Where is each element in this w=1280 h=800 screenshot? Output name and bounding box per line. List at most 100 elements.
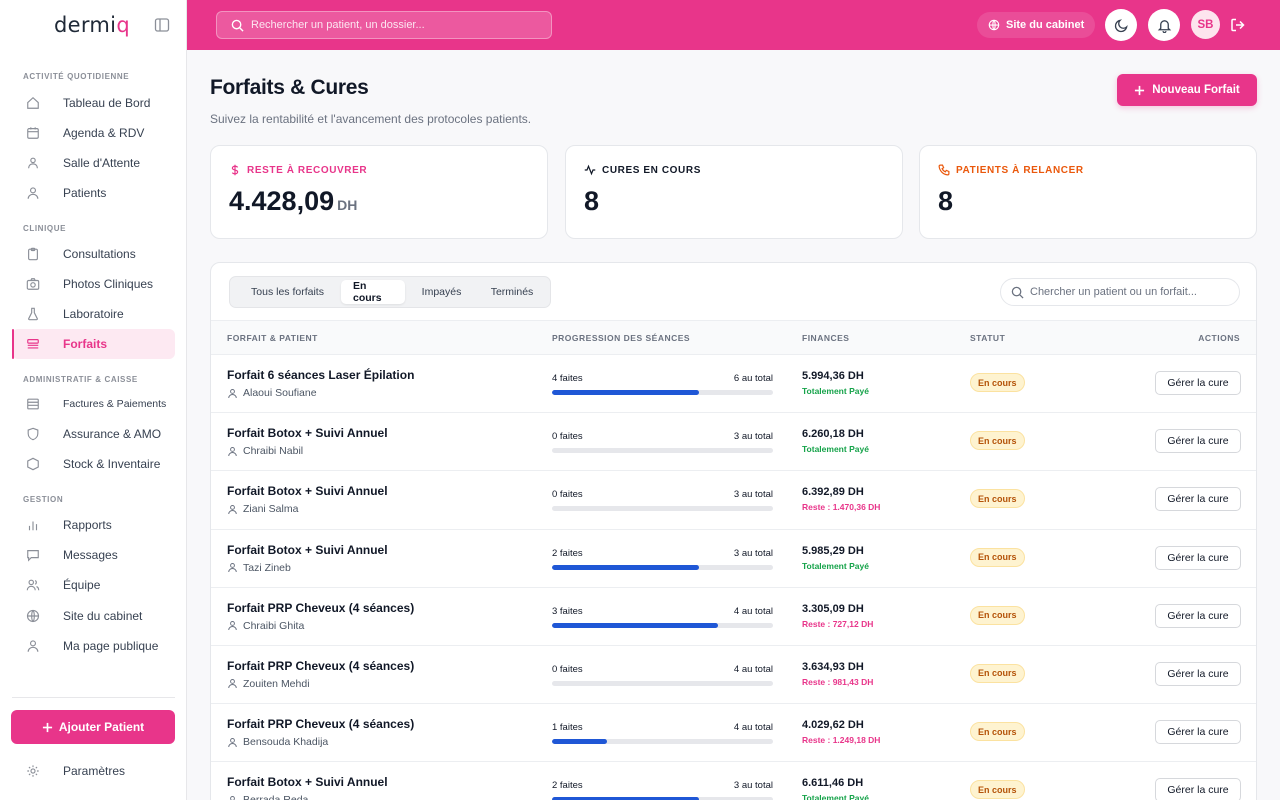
add-patient-button[interactable]: Ajouter Patient <box>11 710 175 744</box>
finance-amount: 3.305,09 DH <box>802 602 864 615</box>
site-button-label: Site du cabinet <box>1006 19 1085 31</box>
sidebar-item-messages[interactable]: Messages <box>12 540 175 570</box>
sidebar-item-patients[interactable]: Patients <box>12 178 175 208</box>
topbar: Site du cabinet SB <box>187 0 1280 50</box>
finance-amount: 4.029,62 DH <box>802 719 864 732</box>
notifications-button[interactable] <box>1148 9 1180 41</box>
sidebar-item-team[interactable]: Équipe <box>12 570 175 600</box>
finance-status: Totalement Payé <box>802 793 869 800</box>
sessions-done: 3 faites <box>552 605 583 617</box>
sidebar-item-laboratory[interactable]: Laboratoire <box>12 299 175 329</box>
progress-bar <box>552 506 773 512</box>
manage-cure-button[interactable]: Gérer la cure <box>1155 603 1241 628</box>
sidebar-item-label: Stock & Inventaire <box>63 457 161 471</box>
invoice-icon <box>27 398 39 410</box>
global-search-input[interactable] <box>251 19 531 31</box>
forfait-name[interactable]: Forfait PRP Cheveux (4 séances) <box>227 601 414 615</box>
sidebar-item-public-page[interactable]: Ma page publique <box>12 631 175 661</box>
manage-cure-button[interactable]: Gérer la cure <box>1155 487 1241 512</box>
tab-unpaid[interactable]: Impayés <box>405 280 478 304</box>
global-search[interactable] <box>216 11 552 39</box>
sidebar-item-consultations[interactable]: Consultations <box>12 239 175 269</box>
sidebar-item-stock[interactable]: Stock & Inventaire <box>12 449 175 479</box>
finance-status: Reste : 727,12 DH <box>802 618 874 629</box>
table-row[interactable]: Forfait PRP Cheveux (4 séances) Chraibi … <box>211 588 1256 646</box>
forfait-name[interactable]: Forfait PRP Cheveux (4 séances) <box>227 717 414 731</box>
dark-mode-toggle[interactable] <box>1105 9 1137 41</box>
sidebar-item-reports[interactable]: Rapports <box>12 510 175 540</box>
flask-icon <box>28 307 38 321</box>
patient-name[interactable]: Berrada Reda <box>243 794 308 800</box>
table-search[interactable] <box>1000 278 1240 306</box>
patient-name[interactable]: Zouiten Mehdi <box>243 678 310 690</box>
table-row[interactable]: Forfait 6 séances Laser Épilation Alaoui… <box>211 355 1256 414</box>
forfait-name[interactable]: Forfait 6 séances Laser Épilation <box>227 368 414 382</box>
sidebar-item-forfaits[interactable]: Forfaits <box>12 329 175 359</box>
manage-cure-button[interactable]: Gérer la cure <box>1155 429 1241 454</box>
forfait-name[interactable]: Forfait Botox + Suivi Annuel <box>227 426 388 440</box>
table-search-input[interactable] <box>1030 286 1230 298</box>
shield-icon <box>27 427 39 441</box>
manage-cure-button[interactable]: Gérer la cure <box>1155 371 1241 395</box>
tab-in-progress[interactable]: En cours <box>341 280 405 304</box>
finance-status: Reste : 1.470,36 DH <box>802 502 881 513</box>
patient-cell: Alaoui Soufiane <box>227 387 317 399</box>
patient-name[interactable]: Tazi Zineb <box>243 562 291 574</box>
manage-cure-button[interactable]: Gérer la cure <box>1155 545 1241 570</box>
table-row[interactable]: Forfait Botox + Suivi Annuel Chraibi Nab… <box>211 413 1256 472</box>
sidebar-item-insurance[interactable]: Assurance & AMO <box>12 419 175 449</box>
manage-cure-button[interactable]: Gérer la cure <box>1155 778 1241 800</box>
new-forfait-button[interactable]: Nouveau Forfait <box>1117 74 1257 106</box>
avatar[interactable]: SB <box>1191 10 1220 39</box>
table-row[interactable]: Forfait Botox + Suivi Annuel Ziani Salma… <box>211 471 1256 530</box>
tab-finished[interactable]: Terminés <box>478 280 546 304</box>
table-row[interactable]: Forfait PRP Cheveux (4 séances) Zouiten … <box>211 646 1256 705</box>
sidebar-item-label: Messages <box>63 548 118 562</box>
sessions-done: 0 faites <box>552 431 583 443</box>
sidebar-item-invoices[interactable]: Factures & Paiements <box>12 389 175 419</box>
sidebar-item-agenda[interactable]: Agenda & RDV <box>12 118 175 148</box>
patient-cell: Bensouda Khadija <box>227 736 328 748</box>
forfait-name[interactable]: Forfait Botox + Suivi Annuel <box>227 543 388 557</box>
sidebar-item-dashboard[interactable]: Tableau de Bord <box>12 88 175 118</box>
brand-logo[interactable]: dermiq <box>54 13 130 37</box>
tab-all[interactable]: Tous les forfaits <box>234 280 341 304</box>
table-row[interactable]: Forfait Botox + Suivi Annuel Berrada Red… <box>211 762 1256 800</box>
patient-name[interactable]: Bensouda Khadija <box>243 736 328 748</box>
patient-name[interactable]: Chraibi Ghita <box>243 620 304 632</box>
sidebar-item-label: Ma page publique <box>63 639 159 653</box>
sidebar-item-site[interactable]: Site du cabinet <box>12 601 175 631</box>
user-icon <box>228 504 237 514</box>
stat-header: PATIENTS À RELANCER <box>938 164 1084 176</box>
sidebar-item-label: Photos Cliniques <box>63 277 154 291</box>
brand-text: dermi <box>54 13 117 37</box>
finance-amount: 6.611,46 DH <box>802 777 864 790</box>
patient-name[interactable]: Ziani Salma <box>243 503 298 515</box>
sidebar-item-settings[interactable]: Paramètres <box>12 756 175 786</box>
progress-bar-fill <box>552 622 718 628</box>
section-title-clinical: CLINIQUE <box>23 224 67 233</box>
patient-name[interactable]: Chraibi Nabil <box>243 445 303 457</box>
waiting-room-icon <box>28 157 38 169</box>
sidebar-toggle-icon[interactable] <box>154 17 170 33</box>
site-button[interactable]: Site du cabinet <box>977 12 1096 38</box>
patient-name[interactable]: Alaoui Soufiane <box>243 387 317 399</box>
sidebar-item-photos[interactable]: Photos Cliniques <box>12 269 175 299</box>
forfait-name[interactable]: Forfait Botox + Suivi Annuel <box>227 484 388 498</box>
status-badge: En cours <box>970 489 1025 509</box>
table-row[interactable]: Forfait PRP Cheveux (4 séances) Bensouda… <box>211 704 1256 763</box>
table-row[interactable]: Forfait Botox + Suivi Annuel Tazi Zineb … <box>211 530 1256 588</box>
stat-header: RESTE À RECOUVRER <box>229 164 367 176</box>
sidebar-item-label: Rapports <box>63 518 112 532</box>
manage-cure-button[interactable]: Gérer la cure <box>1155 661 1241 686</box>
patient-cell: Tazi Zineb <box>227 562 291 574</box>
forfait-name[interactable]: Forfait PRP Cheveux (4 séances) <box>227 659 414 673</box>
progress-bar <box>552 680 773 686</box>
logout-icon[interactable] <box>1230 17 1246 33</box>
stat-label: CURES EN COURS <box>602 164 701 176</box>
sidebar-item-waiting-room[interactable]: Salle d'Attente <box>12 148 175 178</box>
forfait-name[interactable]: Forfait Botox + Suivi Annuel <box>227 775 388 789</box>
forfaits-table-card: Tous les forfaits En cours Impayés Termi… <box>210 262 1257 800</box>
manage-cure-button[interactable]: Gérer la cure <box>1155 720 1241 745</box>
progress-bar-fill <box>552 564 700 570</box>
